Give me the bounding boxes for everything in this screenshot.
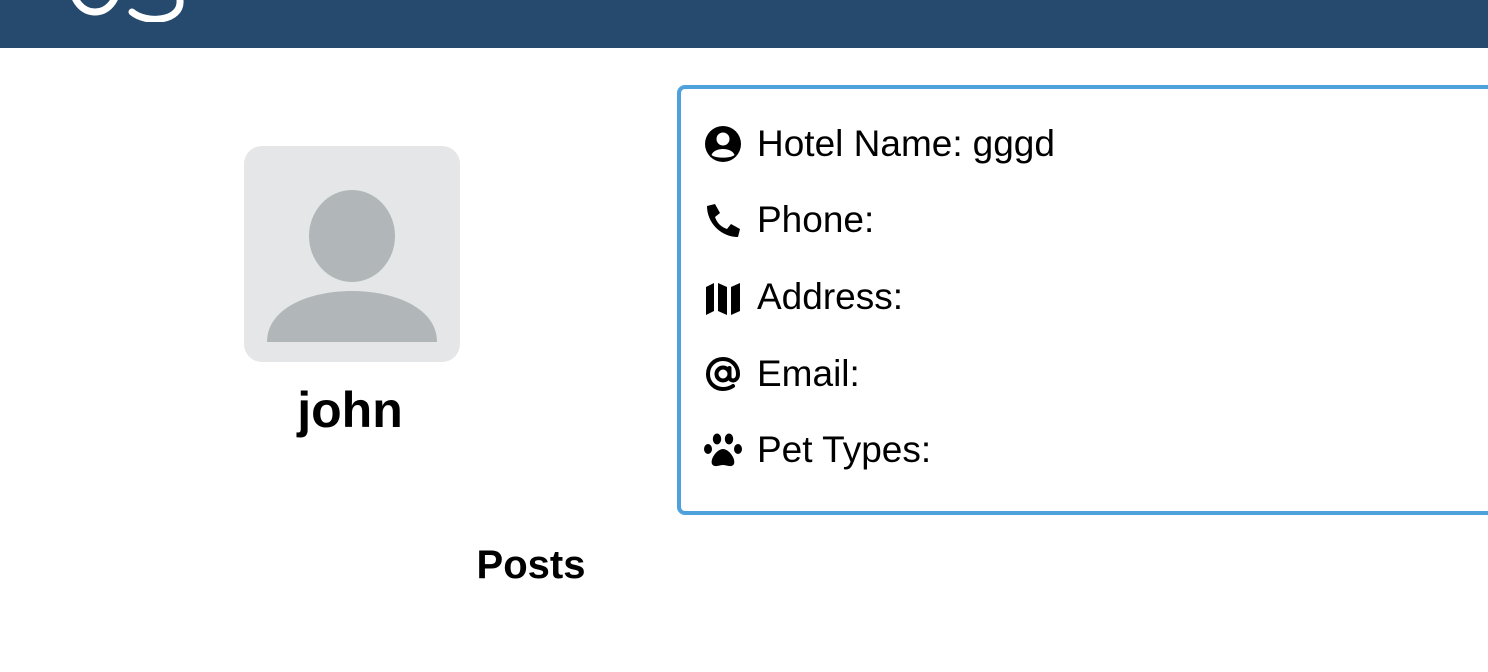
phone-icon xyxy=(703,200,743,240)
avatar xyxy=(244,146,460,362)
hotel-info-card: Hotel Name: gggd Phone: Address: Email: … xyxy=(677,85,1488,515)
at-sign-icon xyxy=(703,354,743,394)
phone-label: Phone: xyxy=(757,199,875,240)
info-row-phone: Phone: xyxy=(703,195,884,245)
brand-logo-icon[interactable] xyxy=(66,0,196,22)
user-circle-icon xyxy=(703,124,743,164)
posts-heading: Posts xyxy=(476,543,586,587)
hotel-name-label: Hotel Name: xyxy=(757,123,963,164)
top-navbar xyxy=(0,0,1488,48)
info-row-pet-types: Pet Types: xyxy=(703,425,941,475)
info-row-hotel-name: Hotel Name: gggd xyxy=(703,119,1055,169)
info-row-email: Email: xyxy=(703,349,870,399)
pet-types-label: Pet Types: xyxy=(757,429,932,470)
map-icon xyxy=(703,277,743,317)
paw-icon xyxy=(703,430,743,470)
info-row-address: Address: xyxy=(703,272,913,322)
user-placeholder-icon xyxy=(267,190,437,342)
email-label: Email: xyxy=(757,353,860,394)
hotel-name-value: gggd xyxy=(972,123,1055,164)
profile-username: john xyxy=(297,382,403,438)
address-label: Address: xyxy=(757,276,904,317)
